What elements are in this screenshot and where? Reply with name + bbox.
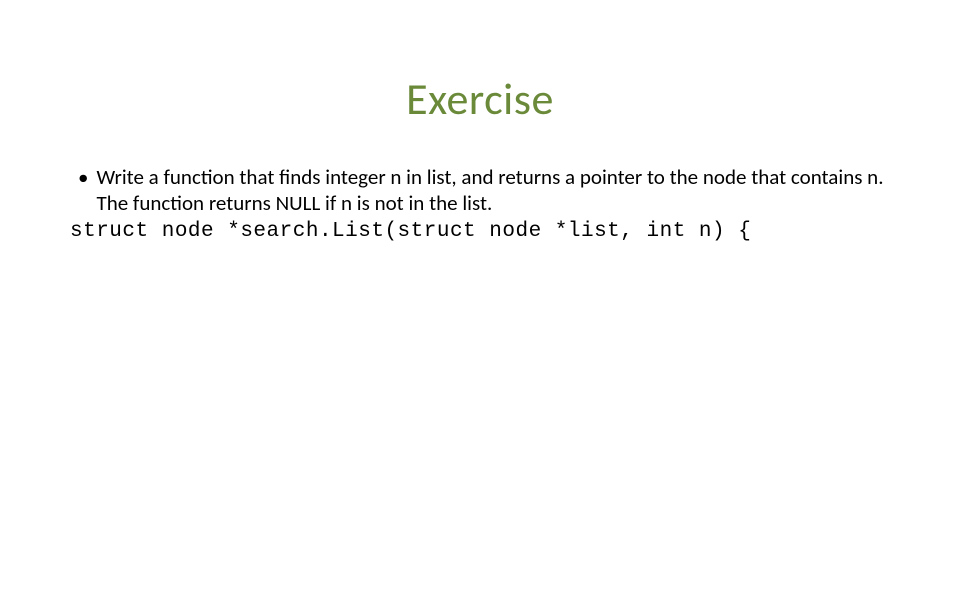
bullet-item: • Write a function that finds integer n … [70, 164, 890, 217]
slide-container: Exercise • Write a function that finds i… [0, 72, 960, 612]
code-snippet: struct node *search.List(struct node *li… [70, 219, 890, 245]
bullet-marker: • [78, 164, 88, 190]
slide-title: Exercise [0, 72, 960, 126]
bullet-text: Write a function that finds integer n in… [96, 164, 890, 217]
slide-content: • Write a function that finds integer n … [0, 164, 960, 245]
